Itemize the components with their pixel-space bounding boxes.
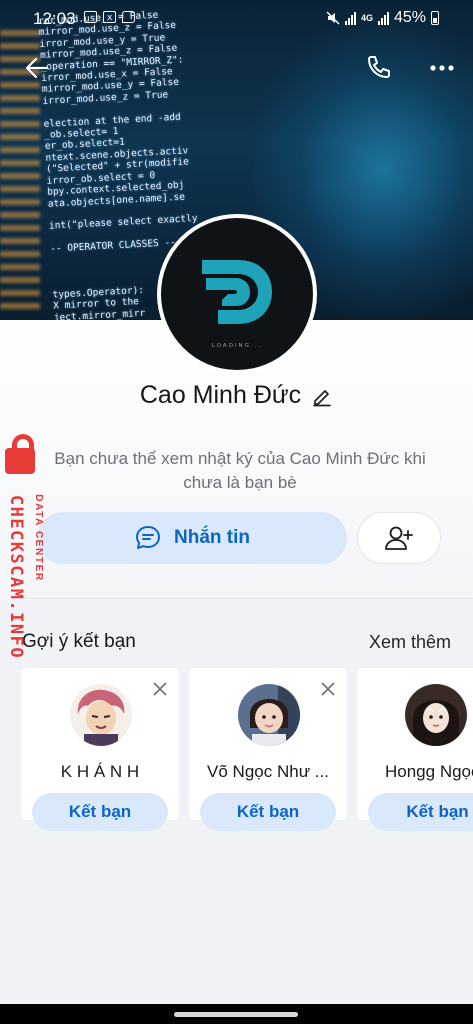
battery-icon [431, 11, 439, 25]
add-friend-suggestion-button[interactable]: Kết bạn [32, 793, 168, 831]
status-right: 4G 45% [326, 9, 439, 27]
avatar [405, 684, 467, 746]
profile-avatar[interactable]: LOADING... [157, 214, 317, 374]
status-bar: 12:03 4G 45% [0, 0, 473, 36]
image-notification-icon [84, 11, 97, 23]
suggestion-card[interactable]: Võ Ngọc Như ... Kết bạn [189, 668, 347, 831]
suggestion-name: Võ Ngọc Như ... [207, 762, 329, 781]
add-user-icon [385, 526, 413, 550]
signal-icon-2 [377, 11, 389, 25]
watermark-brand: CHECKSCAM.INFO [6, 494, 26, 660]
avatar [70, 684, 132, 746]
profile-name-row: Cao Minh Đức [0, 381, 473, 410]
message-button-label: Nhắn tin [174, 527, 250, 548]
mute-icon [326, 11, 340, 25]
phone-icon [368, 56, 390, 78]
avatar-image: LOADING... [161, 218, 313, 370]
pencil-icon [313, 389, 331, 406]
suggestion-card[interactable]: K H Á N H Kết bạn [21, 668, 179, 831]
suggestion-name: K H Á N H [60, 762, 140, 781]
friend-only-notice: Bạn chưa thể xem nhật ký của Cao Minh Đứ… [54, 449, 426, 492]
battery-percent: 45% [393, 9, 426, 26]
system-nav-bar [0, 1004, 473, 1024]
d-logo-icon [202, 260, 272, 324]
more-options-button[interactable] [426, 52, 458, 84]
more-horizontal-icon [430, 65, 454, 71]
message-notification-icon [122, 11, 135, 23]
mail-notification-icon [103, 11, 116, 23]
watermark: DATA CENTER CHECKSCAM.INFO [2, 434, 50, 666]
close-icon[interactable] [321, 682, 335, 696]
chat-bubble-icon [136, 526, 160, 549]
notification-icons [84, 11, 135, 23]
profile-name: Cao Minh Đức [139, 381, 302, 409]
back-button[interactable] [22, 52, 54, 84]
suggestion-card[interactable]: Hongg Ngọc Kết bạn [357, 668, 473, 831]
arrow-left-icon [25, 57, 49, 79]
home-indicator[interactable] [174, 1012, 298, 1017]
suggestion-name: Hongg Ngọc [385, 762, 473, 781]
edit-name-button[interactable] [311, 385, 333, 407]
see-more-link[interactable]: Xem thêm [369, 632, 451, 653]
watermark-subtitle: DATA CENTER [33, 494, 44, 582]
close-icon[interactable] [153, 682, 167, 696]
call-button[interactable] [362, 52, 394, 84]
lock-icon [5, 448, 35, 474]
status-time: 12:03 [33, 9, 76, 28]
section-divider [22, 598, 473, 599]
message-button[interactable]: Nhắn tin [37, 512, 347, 564]
add-friend-suggestion-button[interactable]: Kết bạn [200, 793, 336, 831]
network-type: 4G [360, 13, 373, 23]
add-friend-suggestion-button[interactable]: Kết bạn [368, 793, 473, 831]
avatar-caption: LOADING... [211, 343, 263, 349]
add-friend-button[interactable] [357, 512, 441, 564]
avatar [238, 684, 300, 746]
signal-icon [344, 11, 356, 25]
